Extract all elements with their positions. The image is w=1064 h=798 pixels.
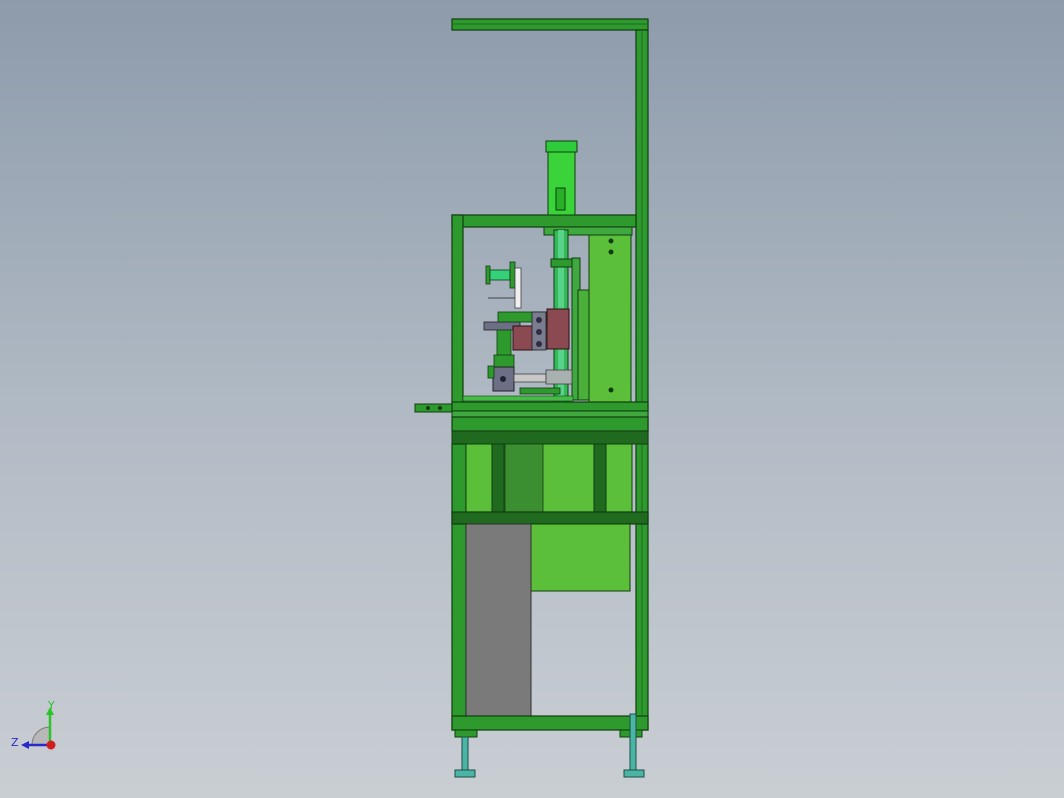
side-outfeed-ledge: [414, 403, 453, 413]
top-overhead-beam: [451, 18, 649, 31]
triad-quadrant: [31, 726, 51, 746]
machine-model-side-view[interactable]: [0, 0, 1064, 798]
machine-tabletop: [451, 401, 649, 445]
orientation-triad: Y Z: [11, 699, 56, 750]
vertical-mounting-plate: [571, 234, 632, 403]
z-axis-label: Z: [11, 736, 19, 749]
wire-reel: [485, 261, 522, 309]
z-axis-arrow: [21, 741, 29, 749]
y-axis-label: Y: [47, 699, 55, 712]
cad-viewport[interactable]: Y Z: [0, 0, 1064, 798]
right-vertical-post: [635, 29, 649, 731]
lower-cabinet-frame: [451, 443, 649, 731]
pneumatic-cylinder: [545, 140, 578, 216]
x-axis-dot: [46, 740, 56, 750]
